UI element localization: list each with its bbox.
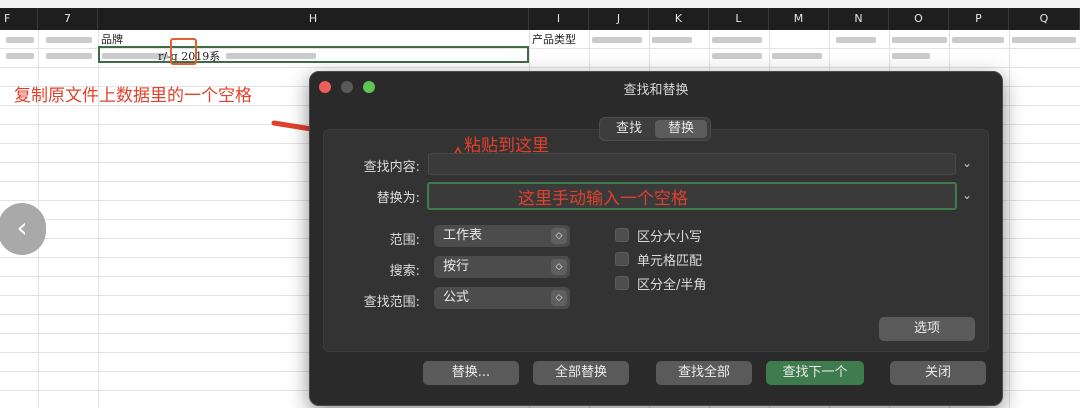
tab-replace[interactable]: 替换	[655, 120, 707, 138]
toolbar-strip	[0, 0, 1080, 8]
column-header-bar: F 7 H I J K L M N O P Q	[0, 8, 1080, 30]
look-in-value: 公式	[443, 290, 470, 305]
scope-label: 范围:	[389, 233, 420, 248]
cell-i1[interactable]: 产品类型	[532, 31, 576, 47]
dialog-titlebar[interactable]: 查找和替换	[310, 72, 1002, 102]
column-header-h[interactable]: H	[98, 8, 529, 30]
cell-h1[interactable]: 品牌	[101, 31, 123, 47]
type-space-annotation: 这里手动输入一个空格	[518, 189, 688, 209]
look-in-select[interactable]: 公式 ◇	[434, 287, 570, 309]
column-header-k[interactable]: K	[649, 8, 709, 30]
search-order-select[interactable]: 按行 ◇	[434, 256, 570, 278]
look-in-label: 查找范围:	[363, 295, 420, 310]
back-nav-button[interactable]: ‹	[0, 203, 46, 255]
replace-history-chevron-icon[interactable]: ⌄	[962, 188, 972, 202]
search-order-value: 按行	[443, 259, 470, 274]
scope-value: 工作表	[443, 228, 483, 243]
find-input[interactable]	[428, 153, 956, 175]
dialog-title: 查找和替换	[623, 83, 689, 98]
mode-segmented-control: 查找 替换	[599, 117, 711, 141]
search-label: 搜索:	[389, 264, 420, 279]
options-button[interactable]: 选项	[879, 317, 975, 341]
match-width-label: 区分全/半角	[637, 278, 707, 293]
find-label: 查找内容:	[363, 160, 420, 175]
select-updown-icon: ◇	[551, 259, 567, 275]
column-header-o[interactable]: O	[889, 8, 949, 30]
column-header-m[interactable]: M	[769, 8, 829, 30]
find-all-button[interactable]: 查找全部	[656, 361, 752, 385]
column-header-f[interactable]: F	[0, 8, 38, 30]
find-replace-dialog: 查找和替换 查找 替换 粘贴到这里 查找内容: ⌄ 替换为: 这里手动输入一个空…	[309, 71, 1003, 406]
match-width-checkbox[interactable]	[615, 276, 629, 290]
find-next-button[interactable]: 查找下一个	[766, 361, 864, 385]
select-updown-icon: ◇	[551, 290, 567, 306]
highlight-space-box	[170, 38, 197, 65]
column-header-q[interactable]: Q	[1009, 8, 1080, 30]
column-header-p[interactable]: P	[949, 8, 1009, 30]
column-header-n[interactable]: N	[829, 8, 889, 30]
match-cell-label: 单元格匹配	[637, 254, 703, 269]
copy-annotation: 复制原文件上数据里的一个空格	[14, 86, 252, 106]
select-updown-icon: ◇	[551, 228, 567, 244]
column-header-g[interactable]: 7	[38, 8, 98, 30]
selected-cell-h2[interactable]	[98, 46, 529, 63]
replace-label: 替换为:	[376, 191, 420, 206]
column-header-j[interactable]: J	[589, 8, 649, 30]
column-header-l[interactable]: L	[709, 8, 769, 30]
match-case-checkbox[interactable]	[615, 228, 629, 242]
tab-find[interactable]: 查找	[603, 120, 655, 138]
find-history-chevron-icon[interactable]: ⌄	[962, 156, 972, 170]
match-case-label: 区分大小写	[637, 230, 703, 245]
replace-all-button[interactable]: 全部替换	[533, 361, 629, 385]
close-button[interactable]: 关闭	[890, 361, 986, 385]
scope-select[interactable]: 工作表 ◇	[434, 225, 570, 247]
match-cell-checkbox[interactable]	[615, 252, 629, 266]
replace-button[interactable]: 替换...	[423, 361, 519, 385]
column-header-i[interactable]: I	[529, 8, 589, 30]
replace-input[interactable]	[427, 182, 957, 210]
